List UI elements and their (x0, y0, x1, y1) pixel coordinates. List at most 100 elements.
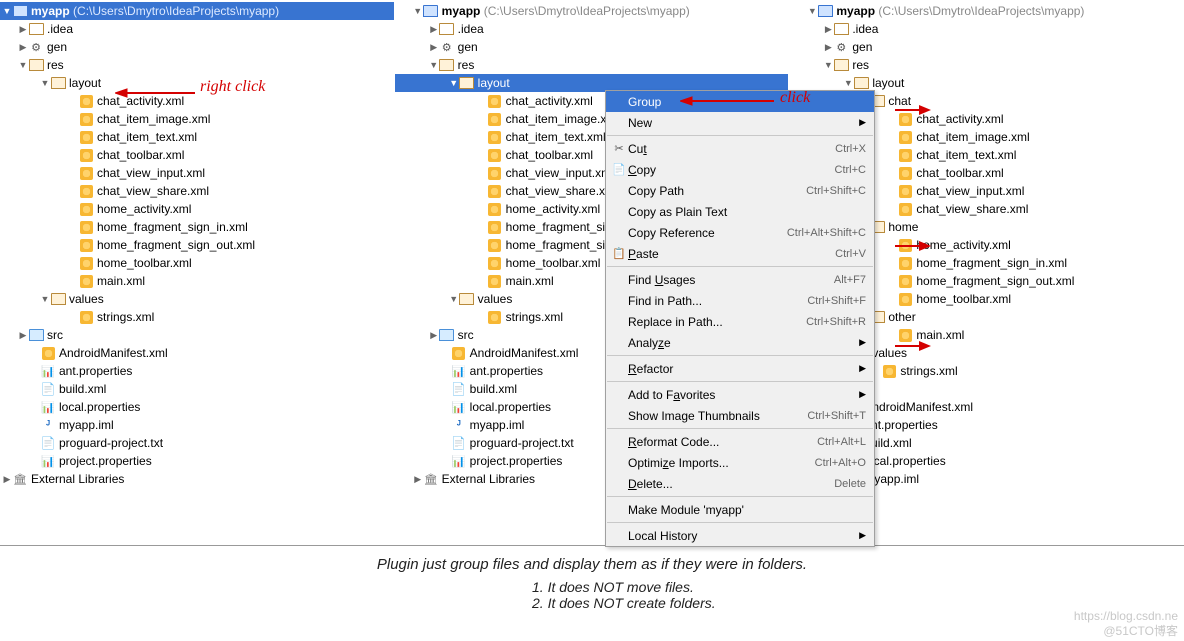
tree-item-build[interactable]: ·build.xml (0, 380, 394, 398)
tree-item-local[interactable]: ·local.properties (0, 398, 394, 416)
tree-file[interactable]: ·chat_item_text.xml (0, 128, 394, 146)
tree-file[interactable]: ·home_toolbar.xml (0, 254, 394, 272)
project-icon (423, 3, 439, 19)
menu-item-group[interactable]: Group (606, 91, 874, 112)
project-root[interactable]: ▼ myapp (C:\Users\Dmytro\IdeaProjects\my… (789, 2, 1183, 20)
tree-file[interactable]: ·chat_toolbar.xml (0, 146, 394, 164)
tree-item-ant[interactable]: ·ant.properties (0, 362, 394, 380)
context-menu[interactable]: Group New▶ ✂CutCtrl+X 📄CopyCtrl+C Copy P… (605, 90, 875, 547)
menu-item-favorites[interactable]: Add to Favorites▶ (606, 384, 874, 405)
watermark: @51CTO博客 (1103, 622, 1178, 639)
caption-list: 1. It does NOT move files. 2. It does NO… (392, 579, 792, 611)
tree-item-idea[interactable]: ▶.idea (395, 20, 789, 38)
tree-file[interactable]: ·main.xml (0, 272, 394, 290)
tree-file[interactable]: ·chat_view_input.xml (0, 164, 394, 182)
menu-item-paste[interactable]: 📋PasteCtrl+V (606, 243, 874, 264)
menu-item-copy-path[interactable]: Copy PathCtrl+Shift+C (606, 180, 874, 201)
library-icon (423, 471, 439, 487)
project-root[interactable]: ▼ myapp (C:\Users\Dmytro\IdeaProjects\my… (0, 2, 394, 20)
menu-separator (607, 355, 873, 356)
project-tree[interactable]: ▼ myapp (C:\Users\Dmytro\IdeaProjects\my… (0, 0, 394, 488)
file-icon (451, 417, 467, 433)
tree-item-proguard[interactable]: ·proguard-project.txt (0, 434, 394, 452)
menu-item-refactor[interactable]: Refactor▶ (606, 358, 874, 379)
expand-arrow[interactable]: ▼ (18, 60, 28, 70)
xml-icon (40, 345, 56, 361)
xml-icon (78, 111, 94, 127)
expand-arrow[interactable]: ▶ (18, 24, 28, 35)
folder-icon (459, 75, 475, 91)
tree-item-strings[interactable]: ·strings.xml (0, 308, 394, 326)
menu-item-find-usages[interactable]: Find UsagesAlt+F7 (606, 269, 874, 290)
tree-item-iml[interactable]: ·myapp.iml (0, 416, 394, 434)
menu-item-find-in-path[interactable]: Find in Path...Ctrl+Shift+F (606, 290, 874, 311)
tree-item-manifest[interactable]: ·AndroidManifest.xml (0, 344, 394, 362)
menu-item-local-history[interactable]: Local History▶ (606, 525, 874, 546)
menu-item-cut[interactable]: ✂CutCtrl+X (606, 138, 874, 159)
xml-icon (78, 147, 94, 163)
xml-icon (78, 255, 94, 271)
tree-item-gen[interactable]: ▶gen (789, 38, 1183, 56)
tree-item-idea[interactable]: ▶.idea (0, 20, 394, 38)
xml-icon (897, 255, 913, 271)
tree-file[interactable]: ·chat_view_share.xml (0, 182, 394, 200)
xml-icon (487, 273, 503, 289)
menu-item-delete[interactable]: Delete...Delete (606, 473, 874, 494)
file-icon (40, 399, 56, 415)
tree-file[interactable]: ·chat_item_image.xml (0, 110, 394, 128)
expand-arrow[interactable]: ▶ (2, 474, 12, 485)
divider (0, 545, 1184, 546)
tree-item-res[interactable]: ▼res (395, 56, 789, 74)
xml-icon (897, 291, 913, 307)
menu-item-copy-plain[interactable]: Copy as Plain Text (606, 201, 874, 222)
folder-icon (28, 327, 44, 343)
menu-item-thumbnails[interactable]: Show Image ThumbnailsCtrl+Shift+T (606, 405, 874, 426)
project-root[interactable]: ▼ myapp (C:\Users\Dmytro\IdeaProjects\my… (395, 2, 789, 20)
expand-arrow[interactable]: ▼ (2, 6, 12, 16)
menu-item-new[interactable]: New▶ (606, 112, 874, 133)
expand-arrow[interactable]: ▶ (18, 42, 28, 53)
xml-icon (78, 237, 94, 253)
tree-item-external-libs[interactable]: ▶External Libraries (0, 470, 394, 488)
xml-icon (487, 129, 503, 145)
expand-arrow[interactable]: ▼ (40, 78, 50, 88)
tree-item-src[interactable]: ▶src (0, 326, 394, 344)
tree-file[interactable]: ·home_fragment_sign_out.xml (0, 236, 394, 254)
submenu-arrow-icon: ▶ (859, 337, 866, 348)
xml-icon (78, 309, 94, 325)
xml-icon (897, 237, 913, 253)
xml-icon (487, 147, 503, 163)
expand-arrow[interactable]: ▶ (18, 330, 28, 341)
folder-icon (439, 21, 455, 37)
expand-arrow[interactable]: ▼ (40, 294, 50, 304)
menu-separator (607, 266, 873, 267)
xml-icon (897, 129, 913, 145)
expand-arrow[interactable]: ▼ (413, 6, 423, 16)
tree-file[interactable]: ·chat_activity.xml (0, 92, 394, 110)
project-name: myapp (442, 4, 481, 18)
menu-item-reformat[interactable]: Reformat Code...Ctrl+Alt+L (606, 431, 874, 452)
tree-item-values[interactable]: ▼values (0, 290, 394, 308)
tree-item-gen[interactable]: ▶gen (395, 38, 789, 56)
menu-item-make-module[interactable]: Make Module 'myapp' (606, 499, 874, 520)
file-icon (40, 453, 56, 469)
menu-item-copy-ref[interactable]: Copy ReferenceCtrl+Alt+Shift+C (606, 222, 874, 243)
tree-file[interactable]: ·home_activity.xml (0, 200, 394, 218)
tree-item-gen[interactable]: ▶gen (0, 38, 394, 56)
tree-item-res[interactable]: ▼res (0, 56, 394, 74)
watermark: https://blog.csdn.ne (1074, 609, 1178, 623)
caption-item: 1. It does NOT move files. (392, 579, 792, 595)
tree-item-projprop[interactable]: ·project.properties (0, 452, 394, 470)
file-icon (40, 381, 56, 397)
tree-item-idea[interactable]: ▶.idea (789, 20, 1183, 38)
tree-item-layout[interactable]: ▼layout (0, 74, 394, 92)
menu-item-replace-in-path[interactable]: Replace in Path...Ctrl+Shift+R (606, 311, 874, 332)
folder-icon (50, 291, 66, 307)
tree-file[interactable]: ·home_fragment_sign_in.xml (0, 218, 394, 236)
menu-item-optimize[interactable]: Optimize Imports...Ctrl+Alt+O (606, 452, 874, 473)
tree-item-res[interactable]: ▼res (789, 56, 1183, 74)
submenu-arrow-icon: ▶ (859, 363, 866, 374)
menu-item-analyze[interactable]: Analyze▶ (606, 332, 874, 353)
xml-icon (78, 201, 94, 217)
menu-item-copy[interactable]: 📄CopyCtrl+C (606, 159, 874, 180)
